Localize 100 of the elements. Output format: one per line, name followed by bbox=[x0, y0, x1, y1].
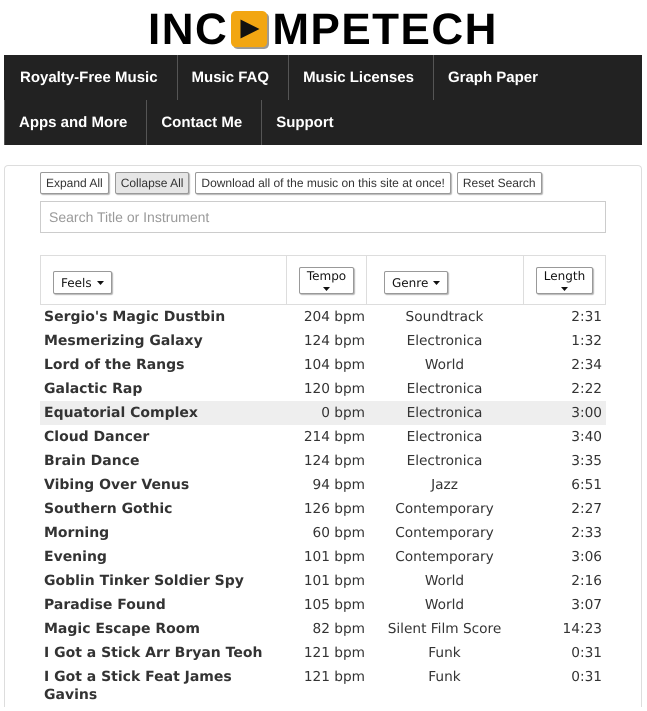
table-row[interactable]: I Got a Stick Arr Bryan Teoh 121 bpm Funk 0:31 bbox=[40, 641, 606, 665]
tempo-cell: 121 bpm bbox=[304, 669, 365, 685]
nav-link[interactable]: Contact Me bbox=[146, 100, 262, 145]
table-row[interactable]: Brain Dance 124 bpm Electronica 3:35 bbox=[40, 449, 606, 473]
genre-cell: Silent Film Score bbox=[388, 621, 502, 637]
tempo-cell: 124 bpm bbox=[304, 453, 365, 469]
nav-link[interactable]: Apps and More bbox=[4, 100, 146, 145]
table-row[interactable]: Magic Escape Room 82 bpm Silent Film Score 14:23 bbox=[40, 617, 606, 641]
tempo-cell: 101 bpm bbox=[304, 549, 365, 565]
tempo-cell: 124 bpm bbox=[304, 333, 365, 349]
length-cell: 14:23 bbox=[562, 621, 602, 637]
track-title[interactable]: Brain Dance bbox=[40, 449, 286, 473]
table-row[interactable]: Sergio's Magic Dustbin 204 bpm Soundtrack 2:31 bbox=[40, 305, 606, 329]
genre-cell: Contemporary bbox=[395, 549, 494, 565]
length-cell: 2:34 bbox=[571, 357, 602, 373]
track-title[interactable]: Lord of the Rangs bbox=[40, 353, 286, 377]
tempo-cell: 121 bpm bbox=[304, 645, 365, 661]
toolbar-button[interactable]: Reset Search bbox=[456, 172, 542, 194]
length-cell: 3:06 bbox=[571, 549, 602, 565]
genre-cell: Electronica bbox=[406, 381, 482, 397]
length-cell: 0:31 bbox=[571, 645, 602, 661]
genre-cell: Electronica bbox=[406, 453, 482, 469]
genre-cell: Jazz bbox=[431, 477, 458, 493]
table-row[interactable]: Mesmerizing Galaxy 124 bpm Electronica 1:32 bbox=[40, 329, 606, 353]
track-title[interactable]: Mesmerizing Galaxy bbox=[40, 329, 286, 353]
track-title[interactable]: Southern Gothic bbox=[40, 497, 286, 521]
tempo-cell: 94 bpm bbox=[312, 477, 365, 493]
tempo-cell: 120 bpm bbox=[304, 381, 365, 397]
caret-icon bbox=[560, 287, 568, 291]
nav-link[interactable]: Royalty-Free Music bbox=[4, 55, 177, 100]
track-title[interactable]: Goblin Tinker Soldier Spy bbox=[40, 569, 286, 593]
genre-cell: Electronica bbox=[406, 405, 482, 421]
table-row[interactable]: Galactic Rap 120 bpm Electronica 2:22 bbox=[40, 377, 606, 401]
track-title[interactable]: Morning bbox=[40, 521, 286, 545]
track-title[interactable]: Galactic Rap bbox=[40, 377, 286, 401]
track-title[interactable]: Magic Escape Room bbox=[40, 617, 286, 641]
search-field[interactable]: Search Title or Instrument bbox=[40, 201, 606, 233]
caret-icon bbox=[322, 287, 330, 291]
track-title[interactable]: Vibing Over Venus bbox=[40, 473, 286, 497]
nav-link[interactable]: Music FAQ bbox=[176, 55, 288, 100]
table-row[interactable]: Paradise Found 105 bpm World 3:07 bbox=[40, 593, 606, 617]
caret-icon bbox=[96, 280, 104, 284]
length-cell: 2:16 bbox=[571, 573, 602, 589]
logo-text: MPETECH bbox=[272, 10, 498, 48]
genre-cell: Soundtrack bbox=[406, 309, 484, 325]
nav-link[interactable]: Music Licenses bbox=[288, 55, 433, 100]
toolbar-button[interactable]: Download all of the music on this site at once! bbox=[195, 172, 451, 194]
length-cell: 2:22 bbox=[571, 381, 602, 397]
track-title[interactable]: I Got a Stick Feat James Gavins bbox=[40, 665, 286, 707]
tempo-cell: 82 bpm bbox=[312, 621, 365, 637]
genre-cell: Electronica bbox=[406, 333, 482, 349]
table-row[interactable]: Morning 60 bpm Contemporary 2:33 bbox=[40, 521, 606, 545]
nav-link[interactable]: Support bbox=[261, 100, 353, 145]
length-cell: 3:35 bbox=[571, 453, 602, 469]
nav-link[interactable]: Graph Paper bbox=[432, 55, 557, 100]
table-row[interactable]: Evening 101 bpm Contemporary 3:06 bbox=[40, 545, 606, 569]
table-row[interactable]: Equatorial Complex 0 bpm Electronica 3:00 bbox=[40, 401, 606, 425]
tempo-cell: 104 bpm bbox=[304, 357, 365, 373]
track-title[interactable]: Equatorial Complex bbox=[40, 401, 286, 425]
track-title[interactable]: Cloud Dancer bbox=[40, 425, 286, 449]
genre-cell: Contemporary bbox=[395, 525, 494, 541]
table-row[interactable]: Lord of the Rangs 104 bpm World 2:34 bbox=[40, 353, 606, 377]
tempo-cell: 126 bpm bbox=[304, 501, 365, 517]
table-row[interactable]: I Got a Stick Feat James Gavins 121 bpm Funk 0:31 bbox=[40, 665, 606, 707]
genre-cell: Contemporary bbox=[395, 501, 494, 517]
tempo-cell: 60 bpm bbox=[312, 525, 365, 541]
sort-button[interactable]: Tempo bbox=[298, 267, 354, 294]
table-row[interactable]: Vibing Over Venus 94 bpm Jazz 6:51 bbox=[40, 473, 606, 497]
tempo-cell: 204 bpm bbox=[304, 309, 365, 325]
filter-dropdown[interactable]: Feels bbox=[53, 271, 112, 294]
length-cell: 3:40 bbox=[571, 429, 602, 445]
length-cell: 1:32 bbox=[571, 333, 602, 349]
track-title[interactable]: Sergio's Magic Dustbin bbox=[40, 305, 286, 329]
table-row[interactable]: Goblin Tinker Soldier Spy 101 bpm World 2:16 bbox=[40, 569, 606, 593]
tempo-cell: 0 bpm bbox=[321, 405, 365, 421]
length-cell: 3:07 bbox=[571, 597, 602, 613]
table-row[interactable]: Southern Gothic 126 bpm Contemporary 2:27 bbox=[40, 497, 606, 521]
tempo-cell: 101 bpm bbox=[304, 573, 365, 589]
tempo-cell: 214 bpm bbox=[304, 429, 365, 445]
length-cell: 3:00 bbox=[571, 405, 602, 421]
tempo-cell: 105 bpm bbox=[304, 597, 365, 613]
genre-cell: World bbox=[424, 597, 464, 613]
length-cell: 0:31 bbox=[571, 669, 602, 685]
genre-cell: World bbox=[424, 573, 464, 589]
table-row[interactable]: Cloud Dancer 214 bpm Electronica 3:40 bbox=[40, 425, 606, 449]
sort-button[interactable]: Length bbox=[536, 267, 594, 294]
logo-text: INC bbox=[148, 10, 228, 48]
length-cell: 2:33 bbox=[571, 525, 602, 541]
caret-icon bbox=[433, 280, 440, 284]
track-title[interactable]: Evening bbox=[40, 545, 286, 569]
track-title[interactable]: Paradise Found bbox=[40, 593, 286, 617]
filter-dropdown[interactable]: Genre bbox=[384, 271, 448, 294]
play-icon bbox=[231, 10, 270, 48]
genre-cell: Funk bbox=[428, 645, 461, 661]
genre-cell: Funk bbox=[428, 669, 461, 685]
length-cell: 6:51 bbox=[571, 477, 602, 493]
track-title[interactable]: I Got a Stick Arr Bryan Teoh bbox=[40, 641, 286, 665]
toolbar-button[interactable]: Collapse All bbox=[114, 172, 190, 194]
length-cell: 2:31 bbox=[571, 309, 602, 325]
toolbar-button[interactable]: Expand All bbox=[40, 172, 109, 194]
